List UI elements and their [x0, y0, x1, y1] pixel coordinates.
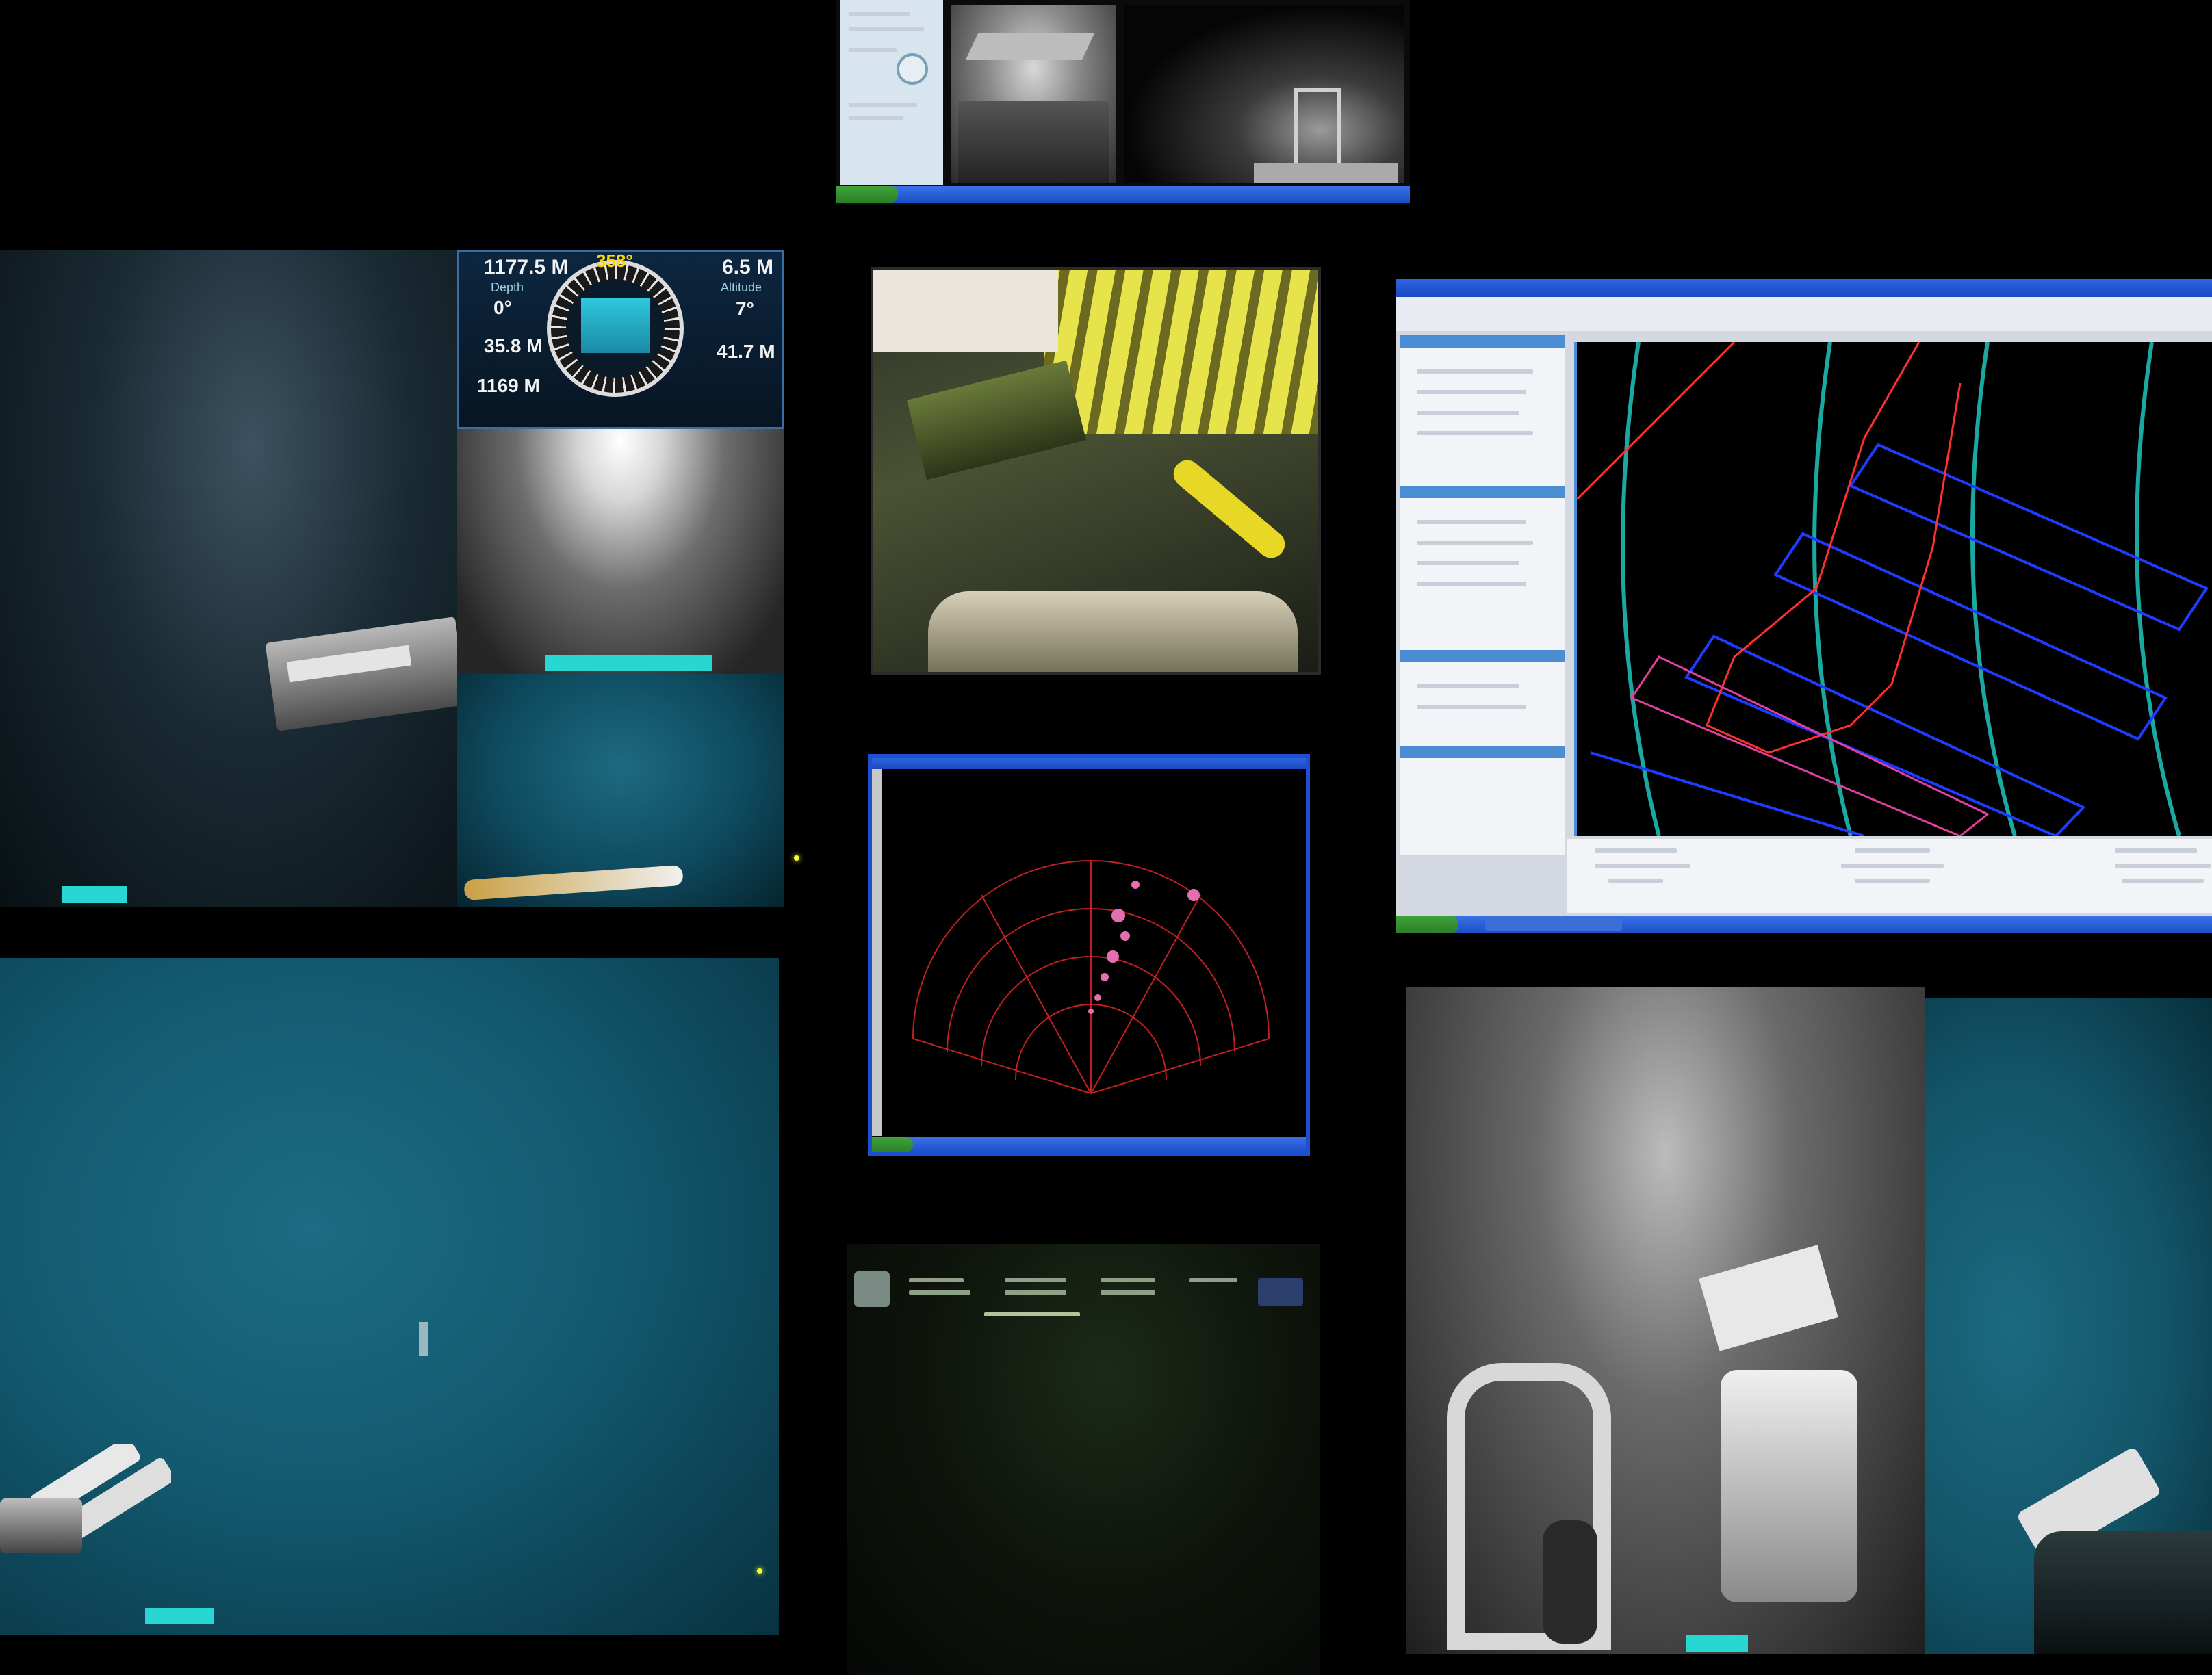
- taskbar: [836, 186, 1410, 203]
- bw-camera-feed: [1406, 987, 1925, 1654]
- top-center-monitor: [836, 0, 1410, 205]
- bottom-left-readout: 1169 M: [477, 375, 540, 396]
- altitude-readout: 6.5 M: [722, 256, 774, 278]
- heading-readout: 358°: [596, 250, 633, 271]
- blue-camera-feed: [457, 674, 784, 907]
- sonar-window: [868, 754, 1310, 1156]
- status-led: [757, 1568, 762, 1574]
- plot-canvas: [1574, 342, 2212, 836]
- app-logo-icon: [854, 1271, 890, 1307]
- pitch-readout: 0°: [493, 297, 512, 318]
- settings-dial-icon: [897, 53, 928, 85]
- rov-arm: [0, 1444, 171, 1560]
- sonar-fan-display: [899, 820, 1283, 1107]
- compass-icon: [547, 260, 684, 397]
- camera-label-tag: [62, 886, 127, 903]
- nav-hud-panel: 1177.5 M Depth 0° 35.8 M 1169 M 6.5 M Al…: [457, 250, 784, 429]
- depth-caption: Depth: [491, 281, 524, 294]
- roll-readout: 7°: [736, 298, 754, 320]
- right-blue-camera-feed: [1925, 998, 2212, 1654]
- left-top-camera-feed: [0, 250, 457, 907]
- dark-terminal-monitor: [847, 1244, 1320, 1675]
- camera-label-tag: [1686, 1635, 1748, 1652]
- windows-start-icon[interactable]: [836, 186, 898, 203]
- status-led: [794, 855, 799, 861]
- desktop-panel: [840, 0, 943, 185]
- sonar-title-bar: [872, 758, 1306, 769]
- light-camera-feed: [457, 429, 784, 674]
- camera-feed-top-2: [1124, 5, 1404, 183]
- left-mid-readout: 35.8 M: [484, 335, 543, 356]
- left-bottom-camera-feed: [0, 958, 779, 1635]
- window-title-bar: [1396, 279, 2212, 297]
- survey-plot-window: [1396, 279, 2212, 933]
- altitude-caption: Altitude: [721, 281, 762, 294]
- depth-readout: 1177.5 M: [484, 256, 569, 278]
- tool-camera-feed: [871, 267, 1321, 675]
- camera-label-tag: [145, 1608, 214, 1624]
- taskbar: [872, 1137, 1306, 1152]
- windows-start-icon[interactable]: [872, 1137, 913, 1152]
- side-panel: [1400, 335, 1565, 855]
- windows-start-icon[interactable]: [1396, 916, 1458, 933]
- status-panel: [1567, 839, 2212, 913]
- camera-feed-top-1: [951, 5, 1116, 183]
- taskbar: [1396, 916, 2212, 933]
- right-mid-readout: 41.7 M: [717, 341, 775, 362]
- camera-label-tag: [545, 655, 712, 671]
